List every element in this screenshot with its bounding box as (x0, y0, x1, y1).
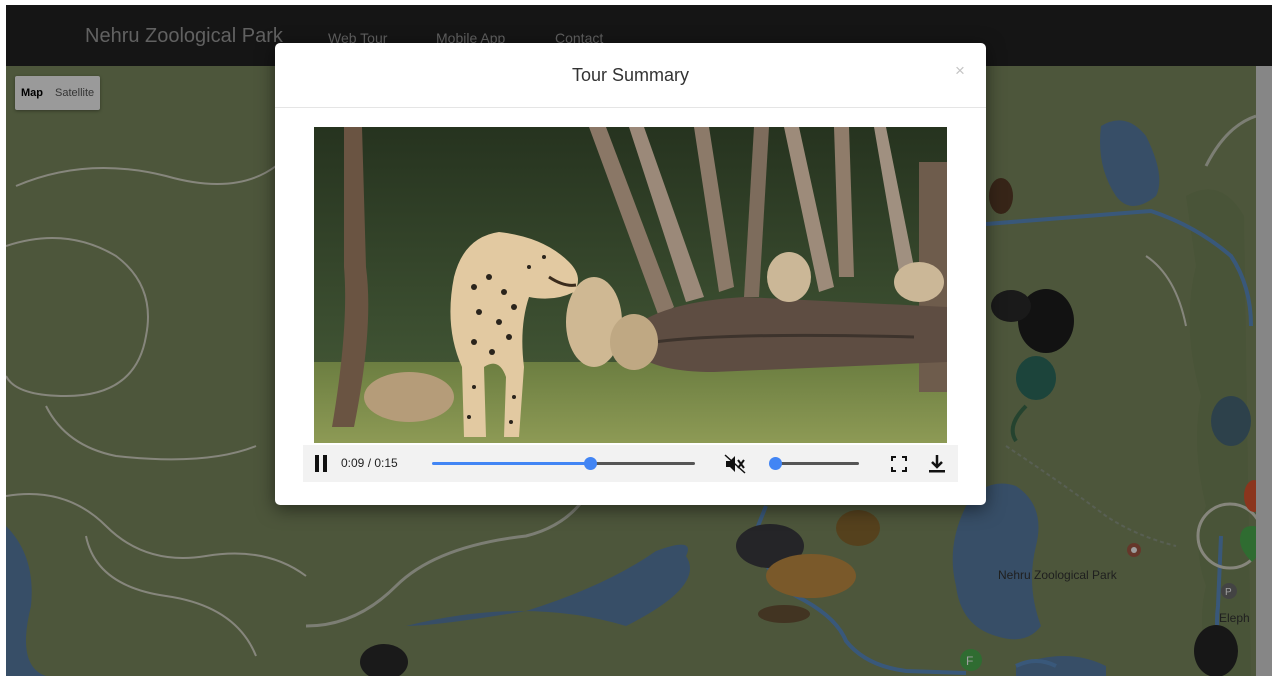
video-frame (314, 127, 947, 443)
browser-viewport: Nehru Zoological Park Web Tour Mobile Ap… (0, 0, 1272, 676)
modal-title: Tour Summary (571, 65, 690, 85)
modal-header-divider (275, 107, 986, 108)
pause-icon[interactable] (314, 455, 328, 472)
close-icon[interactable]: × (955, 61, 965, 81)
tour-video[interactable] (314, 127, 947, 443)
mute-icon[interactable] (723, 453, 747, 475)
video-controls: 0:09 / 0:15 (303, 445, 958, 482)
volume-remaining (775, 462, 859, 465)
video-time-display: 0:09 / 0:15 (341, 456, 398, 470)
fullscreen-icon[interactable] (891, 456, 907, 472)
download-icon[interactable] (928, 454, 946, 474)
volume-thumb[interactable] (769, 457, 782, 470)
tour-summary-modal: Tour Summary × 0:09 / 0:15 (275, 43, 986, 505)
seek-played (432, 462, 590, 465)
seek-thumb[interactable] (583, 457, 597, 470)
seek-remaining (589, 462, 695, 465)
